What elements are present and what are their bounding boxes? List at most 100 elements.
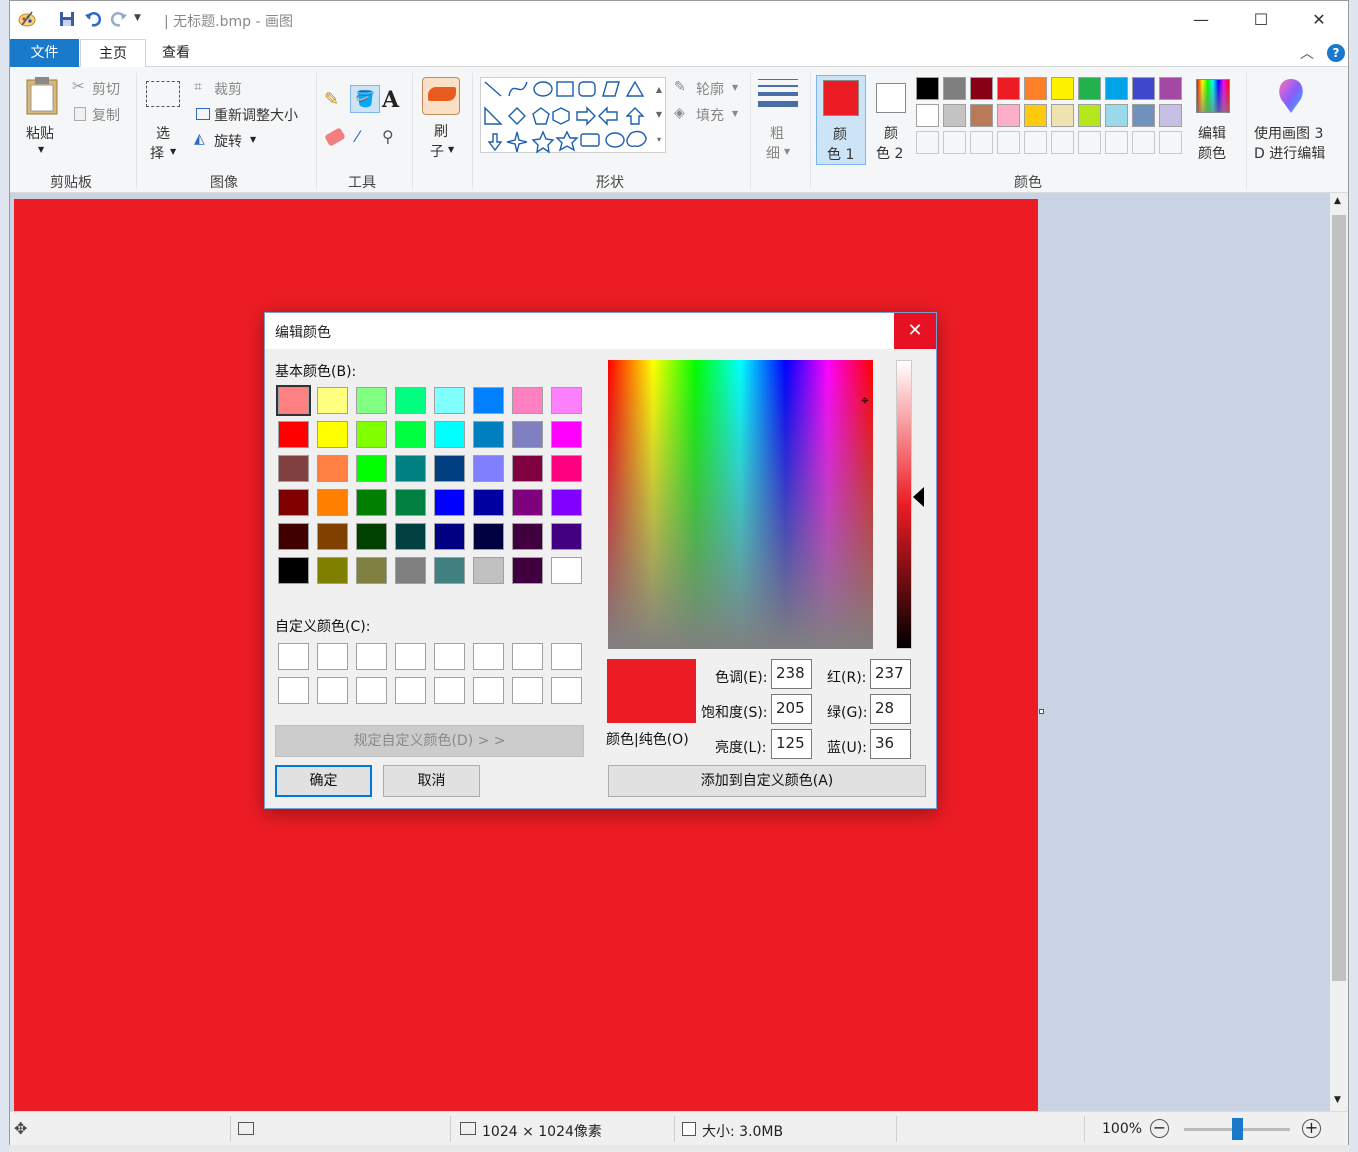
palette-swatch[interactable] bbox=[1105, 131, 1128, 154]
basic-color-swatch[interactable] bbox=[276, 385, 311, 416]
eraser-icon[interactable] bbox=[324, 127, 346, 147]
palette-swatch[interactable] bbox=[943, 77, 966, 100]
scrollbar-thumb[interactable] bbox=[1332, 215, 1346, 981]
undo-icon[interactable] bbox=[84, 10, 102, 28]
shapes-scroll[interactable]: ▲ ▼ ▾ bbox=[652, 77, 666, 153]
palette-swatch[interactable] bbox=[1024, 131, 1047, 154]
basic-color-swatch[interactable] bbox=[356, 523, 387, 550]
color-picker-icon[interactable]: ⁄ bbox=[356, 127, 359, 146]
help-icon[interactable]: ? bbox=[1327, 44, 1345, 62]
custom-color-swatch[interactable] bbox=[356, 677, 387, 704]
palette-swatch[interactable] bbox=[1078, 104, 1101, 127]
color2-button[interactable]: 颜 色 2 bbox=[870, 75, 920, 165]
basic-color-swatch[interactable] bbox=[395, 489, 426, 516]
quick-access-dropdown-icon[interactable]: ▼ bbox=[134, 13, 152, 31]
basic-color-swatch[interactable] bbox=[512, 455, 543, 482]
maximize-button[interactable]: ☐ bbox=[1238, 5, 1284, 35]
shapes-gallery[interactable] bbox=[480, 77, 666, 154]
basic-color-swatch[interactable] bbox=[317, 523, 348, 550]
tab-file[interactable]: 文件 bbox=[10, 39, 79, 67]
close-window-button[interactable]: ✕ bbox=[1296, 5, 1342, 35]
basic-color-swatch[interactable] bbox=[551, 489, 582, 516]
basic-color-swatch[interactable] bbox=[434, 523, 465, 550]
custom-color-swatch[interactable] bbox=[473, 677, 504, 704]
add-to-custom-colors-button[interactable]: 添加到自定义颜色(A) bbox=[608, 765, 926, 797]
tab-home[interactable]: 主页 bbox=[80, 39, 146, 68]
basic-color-swatch[interactable] bbox=[278, 489, 309, 516]
basic-color-swatch[interactable] bbox=[473, 557, 504, 584]
palette-swatch[interactable] bbox=[997, 131, 1020, 154]
define-custom-colors-button[interactable]: 规定自定义颜色(D) > > bbox=[275, 725, 584, 757]
palette-swatch[interactable] bbox=[916, 131, 939, 154]
palette-swatch[interactable] bbox=[970, 77, 993, 100]
palette-swatch[interactable] bbox=[997, 104, 1020, 127]
basic-color-swatch[interactable] bbox=[356, 489, 387, 516]
hue-field[interactable]: 238 bbox=[771, 659, 812, 689]
paint3d-button[interactable]: 使用画图 3 D 进行编辑 bbox=[1250, 75, 1334, 165]
basic-color-swatch[interactable] bbox=[434, 421, 465, 448]
basic-color-swatch[interactable] bbox=[512, 557, 543, 584]
basic-color-swatch[interactable] bbox=[278, 523, 309, 550]
ok-button[interactable]: 确定 bbox=[275, 765, 372, 797]
basic-color-swatch[interactable] bbox=[278, 455, 309, 482]
copy-button[interactable]: 复制 bbox=[72, 105, 132, 125]
outline-button[interactable]: ✎ 轮廓 ▼ bbox=[674, 79, 746, 99]
color1-button[interactable]: 颜 色 1 bbox=[816, 75, 866, 165]
paste-button[interactable]: 粘贴 ▼ bbox=[20, 75, 64, 157]
pencil-icon[interactable]: ✎ bbox=[324, 89, 339, 110]
brushes-button[interactable]: 刷 子 ▼ bbox=[418, 77, 466, 161]
custom-color-swatch[interactable] bbox=[512, 643, 543, 670]
custom-color-swatch[interactable] bbox=[434, 643, 465, 670]
minimize-button[interactable]: — bbox=[1178, 5, 1224, 35]
palette-swatch[interactable] bbox=[997, 77, 1020, 100]
rotate-button[interactable]: ◭ 旋转 ▼ bbox=[194, 131, 274, 151]
basic-color-swatch[interactable] bbox=[473, 387, 504, 414]
zoom-in-icon[interactable]: + bbox=[1302, 1119, 1321, 1138]
custom-color-swatch[interactable] bbox=[434, 677, 465, 704]
palette-swatch[interactable] bbox=[1024, 77, 1047, 100]
custom-color-swatch[interactable] bbox=[395, 643, 426, 670]
size-button[interactable]: 粗 细 ▼ bbox=[756, 77, 802, 162]
palette-swatch[interactable] bbox=[1159, 131, 1182, 154]
custom-color-swatch[interactable] bbox=[356, 643, 387, 670]
basic-color-swatch[interactable] bbox=[278, 421, 309, 448]
basic-color-swatch[interactable] bbox=[317, 387, 348, 414]
palette-swatch[interactable] bbox=[916, 104, 939, 127]
custom-color-swatch[interactable] bbox=[395, 677, 426, 704]
select-button[interactable]: 选 择 ▼ bbox=[144, 81, 184, 162]
basic-color-swatch[interactable] bbox=[395, 421, 426, 448]
custom-color-swatch[interactable] bbox=[473, 643, 504, 670]
custom-color-swatch[interactable] bbox=[317, 643, 348, 670]
cut-button[interactable]: ✂ 剪切 bbox=[72, 77, 132, 99]
canvas-resize-handle[interactable] bbox=[1039, 709, 1044, 714]
palette-swatch[interactable] bbox=[970, 104, 993, 127]
fill-button[interactable]: ◈ 填充 ▼ bbox=[674, 105, 746, 125]
basic-color-swatch[interactable] bbox=[317, 489, 348, 516]
basic-color-swatch[interactable] bbox=[434, 489, 465, 516]
scroll-down-icon[interactable]: ▼ bbox=[1334, 1095, 1341, 1105]
basic-color-swatch[interactable] bbox=[512, 489, 543, 516]
palette-swatch[interactable] bbox=[1105, 77, 1128, 100]
palette-swatch[interactable] bbox=[943, 104, 966, 127]
basic-color-swatch[interactable] bbox=[317, 421, 348, 448]
basic-color-swatch[interactable] bbox=[356, 455, 387, 482]
basic-color-swatch[interactable] bbox=[278, 557, 309, 584]
palette-swatch[interactable] bbox=[1051, 77, 1074, 100]
basic-color-swatch[interactable] bbox=[473, 489, 504, 516]
palette-swatch[interactable] bbox=[1132, 77, 1155, 100]
basic-color-swatch[interactable] bbox=[551, 387, 582, 414]
basic-color-swatch[interactable] bbox=[434, 455, 465, 482]
basic-color-swatch[interactable] bbox=[356, 557, 387, 584]
luminance-arrow-icon[interactable] bbox=[913, 487, 924, 507]
crop-button[interactable]: ⌗ 裁剪 bbox=[194, 79, 254, 99]
custom-color-swatch[interactable] bbox=[278, 677, 309, 704]
palette-swatch[interactable] bbox=[943, 131, 966, 154]
palette-swatch[interactable] bbox=[1078, 77, 1101, 100]
palette-swatch[interactable] bbox=[1132, 131, 1155, 154]
color-spectrum[interactable] bbox=[608, 360, 873, 649]
palette-swatch[interactable] bbox=[1132, 104, 1155, 127]
red-field[interactable]: 237 bbox=[870, 659, 911, 689]
palette-swatch[interactable] bbox=[1159, 77, 1182, 100]
scroll-up-icon[interactable]: ▲ bbox=[1334, 196, 1341, 206]
dialog-close-button[interactable]: ✕ bbox=[894, 313, 936, 349]
